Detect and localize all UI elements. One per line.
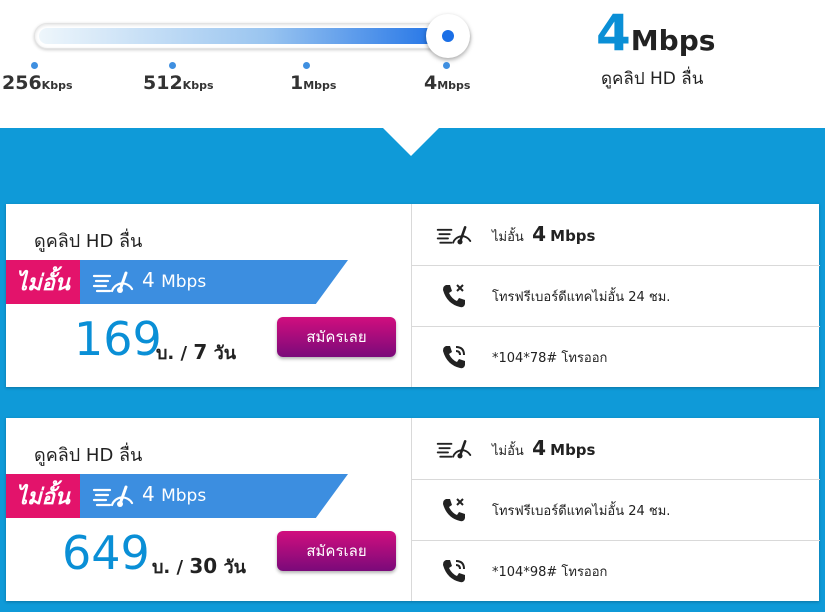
feature-dial-text: *104*98# โทรออก [492, 564, 608, 580]
pointer-notch [383, 128, 439, 156]
speed-tick-dot[interactable] [443, 62, 450, 69]
plan-price: 169 [74, 312, 162, 366]
feature-speed-text: ไม่อั้น 4 Mbps [492, 436, 596, 460]
speed-tick-label[interactable]: 4Mbps [424, 72, 470, 94]
plan-card: ดูคลิป HD ลื่น ไม่อั้น 4 Mbps 169 บ. / 7… [6, 204, 820, 387]
selected-speed-unit: Mbps [630, 24, 716, 57]
speed-tick-label[interactable]: 256Kbps [2, 72, 73, 94]
phone-ringing-icon [436, 342, 472, 372]
speed-banner: 4 Mbps [80, 474, 348, 518]
speed-tick-dot[interactable] [303, 62, 310, 69]
selected-speed-subtitle: ดูคลิป HD ลื่น [601, 69, 704, 89]
banner-speed: 4 Mbps [142, 268, 207, 292]
speedometer-icon [92, 269, 134, 299]
plan-summary: ดูคลิป HD ลื่น ไม่อั้น 4 Mbps 649 บ. / 3… [6, 418, 411, 601]
plan-features: ไม่อั้น 4 Mbps โทรฟรีเบอร์ดีแทคไม่อั้น 2… [411, 418, 820, 601]
speed-slider-track[interactable] [34, 23, 470, 49]
plan-title: ดูคลิป HD ลื่น [34, 231, 143, 252]
feature-dial-text: *104*78# โทรออก [492, 350, 608, 366]
feature-dial-row: *104*78# โทรออก [412, 326, 820, 387]
feature-call-row: โทรฟรีเบอร์ดีแทคไม่อั้น 24 ชม. [412, 479, 820, 540]
feature-call-text: โทรฟรีเบอร์ดีแทคไม่อั้น 24 ชม. [492, 503, 671, 519]
feature-speed-row: ไม่อั้น 4 Mbps [412, 204, 820, 265]
plan-summary: ดูคลิป HD ลื่น ไม่อั้น 4 Mbps 169 บ. / 7… [6, 204, 411, 387]
feature-dial-row: *104*98# โทรออก [412, 540, 820, 601]
speedometer-icon [436, 434, 472, 464]
speedometer-icon [92, 483, 134, 513]
phone-call-icon [436, 281, 472, 311]
speed-tick-dot[interactable] [169, 62, 176, 69]
speed-selector-panel: 256Kbps 512Kbps 1Mbps 4Mbps 4Mbps ดูคลิป… [0, 0, 825, 128]
plan-price-unit: บ. / 7 วัน [156, 340, 237, 364]
phone-ringing-icon [436, 556, 472, 586]
speed-tick-dot[interactable] [31, 62, 38, 69]
unlimited-tag: ไม่อั้น [6, 474, 80, 518]
plan-price-unit: บ. / 30 วัน [152, 554, 246, 578]
subscribe-button[interactable]: สมัครเลย [277, 531, 396, 571]
feature-call-row: โทรฟรีเบอร์ดีแทคไม่อั้น 24 ชม. [412, 265, 820, 326]
selected-speed-readout: 4Mbps [596, 8, 715, 58]
speed-banner: 4 Mbps [80, 260, 348, 304]
plan-price: 649 [62, 526, 150, 580]
speed-slider-thumb[interactable] [426, 14, 470, 58]
speed-slider-fill [39, 28, 451, 44]
subscribe-button[interactable]: สมัครเลย [277, 317, 396, 357]
plan-title: ดูคลิป HD ลื่น [34, 445, 143, 466]
feature-speed-text: ไม่อั้น 4 Mbps [492, 222, 596, 246]
speedometer-icon [436, 220, 472, 250]
banner-speed: 4 Mbps [142, 482, 207, 506]
plan-features: ไม่อั้น 4 Mbps โทรฟรีเบอร์ดีแทคไม่อั้น 2… [411, 204, 820, 387]
speed-tick-label[interactable]: 1Mbps [290, 72, 336, 94]
feature-speed-row: ไม่อั้น 4 Mbps [412, 418, 820, 479]
selected-speed-value: 4 [596, 4, 631, 62]
unlimited-tag: ไม่อั้น [6, 260, 80, 304]
plan-card: ดูคลิป HD ลื่น ไม่อั้น 4 Mbps 649 บ. / 3… [6, 418, 820, 601]
phone-call-icon [436, 495, 472, 525]
speed-tick-label[interactable]: 512Kbps [143, 72, 214, 94]
feature-call-text: โทรฟรีเบอร์ดีแทคไม่อั้น 24 ชม. [492, 289, 671, 305]
